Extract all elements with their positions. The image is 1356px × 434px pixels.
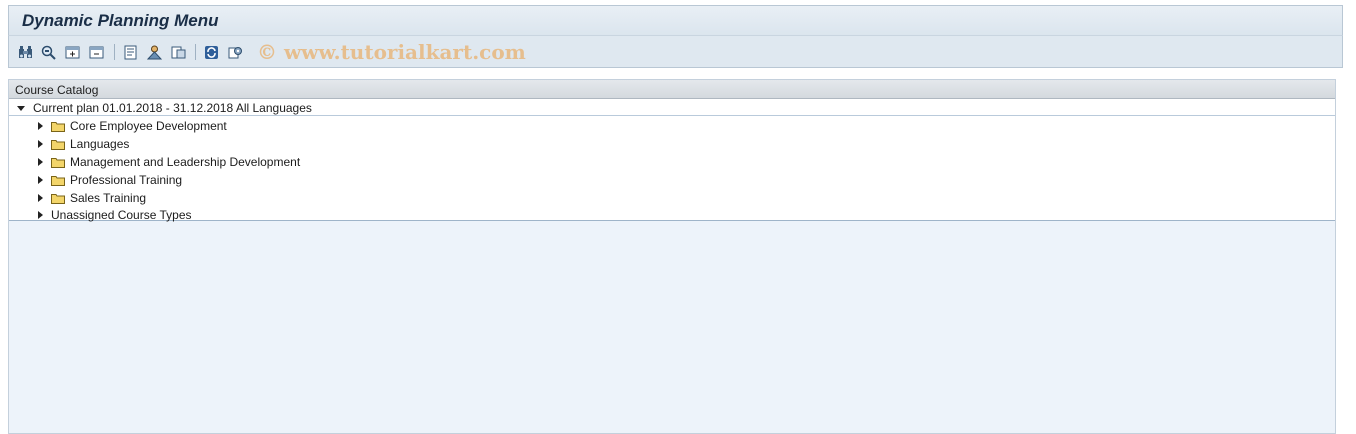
toolbar-separator xyxy=(114,44,115,60)
folder-icon xyxy=(51,157,65,168)
folder-icon xyxy=(51,193,65,204)
expand-arrow-icon[interactable] xyxy=(38,158,43,166)
expand-arrow-icon[interactable] xyxy=(38,176,43,184)
display-object-icon[interactable] xyxy=(170,44,187,61)
expand-all-icon[interactable] xyxy=(64,44,81,61)
tree-node-label[interactable]: Sales Training xyxy=(70,191,146,205)
tree-root-label[interactable]: Current plan 01.01.2018 - 31.12.2018 All… xyxy=(33,101,312,115)
settings-icon[interactable] xyxy=(227,44,244,61)
tree-node-label[interactable]: Unassigned Course Types xyxy=(51,208,192,222)
expand-arrow-icon[interactable] xyxy=(38,194,43,202)
panel-title: Course Catalog xyxy=(15,83,99,97)
watermark: © www.tutorialkart.com xyxy=(257,40,526,64)
tree-node[interactable]: Sales Training xyxy=(38,189,146,207)
folder-icon xyxy=(51,139,65,150)
refresh-icon[interactable] xyxy=(203,44,220,61)
expand-arrow-icon[interactable] xyxy=(38,122,43,130)
expand-arrow-icon[interactable] xyxy=(38,211,43,219)
folder-icon xyxy=(51,175,65,186)
tree-node[interactable]: Languages xyxy=(38,135,129,153)
collapse-arrow-icon[interactable] xyxy=(17,105,25,111)
tree-node-label[interactable]: Professional Training xyxy=(70,173,182,187)
application-toolbar: © www.tutorialkart.com xyxy=(8,36,1343,68)
tree-node[interactable]: Core Employee Development xyxy=(38,117,227,135)
panel-header: Course Catalog xyxy=(9,80,1335,99)
toolbar-separator xyxy=(195,44,196,60)
find-next-icon[interactable] xyxy=(40,44,57,61)
user-mountain-icon[interactable] xyxy=(146,44,163,61)
tree-node[interactable]: Unassigned Course Types xyxy=(38,206,192,224)
details-icon[interactable] xyxy=(122,44,139,61)
tree-root-node[interactable]: Current plan 01.01.2018 - 31.12.2018 All… xyxy=(9,99,1335,116)
tree-node-label[interactable]: Management and Leadership Development xyxy=(70,155,300,169)
tree-node[interactable]: Professional Training xyxy=(38,171,182,189)
binoculars-icon[interactable] xyxy=(17,44,34,61)
tree-node[interactable]: Management and Leadership Development xyxy=(38,153,300,171)
tree-node-label[interactable]: Languages xyxy=(70,137,129,151)
course-catalog-tree: Current plan 01.01.2018 - 31.12.2018 All… xyxy=(9,99,1335,224)
page-title: Dynamic Planning Menu xyxy=(22,11,219,30)
collapse-all-icon[interactable] xyxy=(88,44,105,61)
title-bar: Dynamic Planning Menu xyxy=(8,5,1343,36)
course-catalog-panel: Course Catalog Current plan 01.01.2018 -… xyxy=(8,79,1336,434)
tree-node-label[interactable]: Core Employee Development xyxy=(70,119,227,133)
folder-icon xyxy=(51,121,65,132)
expand-arrow-icon[interactable] xyxy=(38,140,43,148)
